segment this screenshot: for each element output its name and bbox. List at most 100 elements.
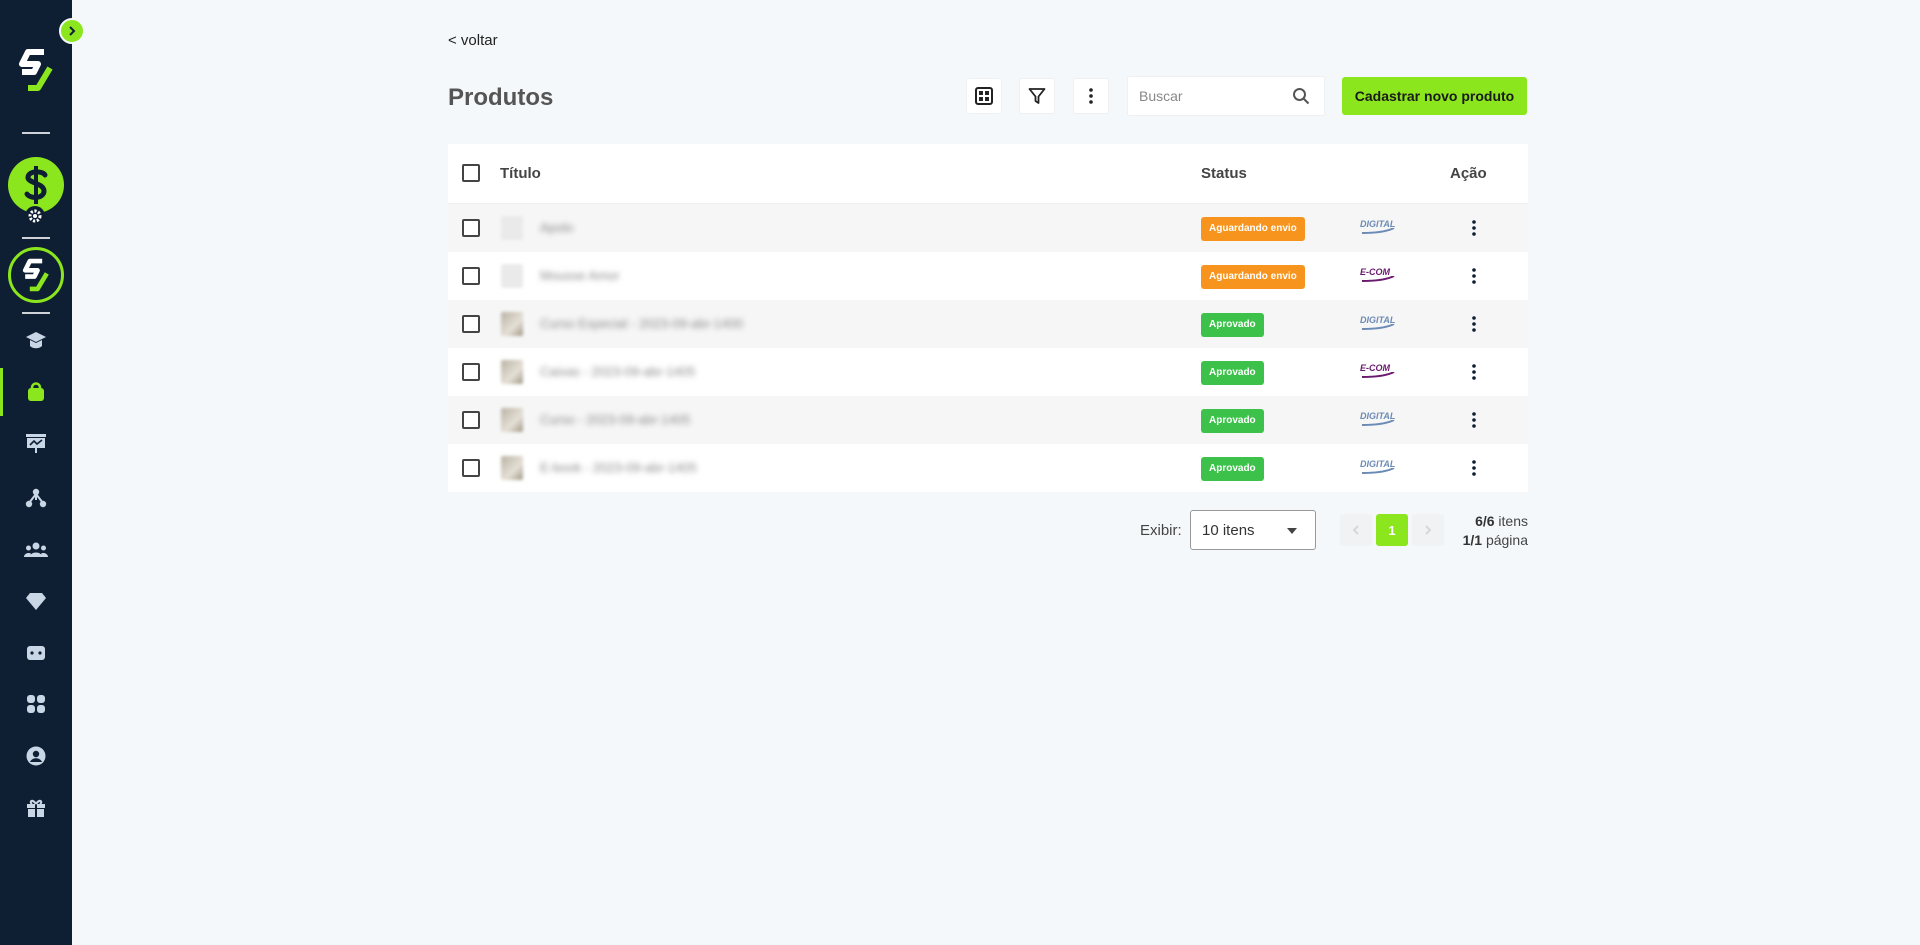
- filter-button[interactable]: [1019, 78, 1055, 114]
- kebab-menu-icon: [1472, 268, 1476, 284]
- prev-page-button[interactable]: [1340, 514, 1372, 546]
- more-options-button[interactable]: [1073, 78, 1109, 114]
- page-size-select[interactable]: 10 itens: [1190, 510, 1316, 550]
- kebab-menu-icon: [1089, 88, 1093, 104]
- product-thumbnail: [501, 360, 523, 384]
- product-type-label: DIGITAL: [1360, 315, 1396, 325]
- back-link[interactable]: < voltar: [448, 32, 498, 49]
- dollar-icon: [24, 166, 48, 204]
- search-input[interactable]: [1128, 77, 1278, 115]
- diamond-icon: [26, 593, 46, 610]
- product-type-logo: E-COM: [1360, 267, 1396, 282]
- product-thumbnail: [501, 408, 523, 432]
- page-button-current[interactable]: 1: [1376, 514, 1408, 546]
- sidebar-item-games[interactable]: [0, 633, 72, 673]
- row-checkbox[interactable]: [462, 267, 480, 285]
- sidebar-item-affiliates[interactable]: [0, 478, 72, 518]
- users-icon: [24, 542, 48, 557]
- page-title: Produtos: [448, 84, 554, 111]
- balance-settings-icon[interactable]: [25, 206, 45, 226]
- row-actions-button[interactable]: [1464, 218, 1484, 238]
- row-checkbox[interactable]: [462, 363, 480, 381]
- chevron-right-icon: [1425, 525, 1432, 535]
- user-circle-icon: [26, 746, 46, 766]
- next-page-button[interactable]: [1412, 514, 1444, 546]
- sidebar-item-products[interactable]: [0, 368, 72, 416]
- gift-icon: [27, 799, 45, 817]
- sidebar-item-club[interactable]: [0, 581, 72, 621]
- brand-logo-icon[interactable]: [18, 48, 54, 92]
- select-all-checkbox[interactable]: [462, 164, 480, 182]
- status-badge: Aprovado: [1201, 361, 1264, 385]
- table-row[interactable]: E-book - 2023-09-abr-1405 Aprovado DIGITAL: [448, 444, 1528, 492]
- pages-label: página: [1482, 532, 1528, 548]
- table-row[interactable]: Curso - 2023-09-abr-1405 Aprovado DIGITAL: [448, 396, 1528, 444]
- sidebar-toggle-button[interactable]: [59, 18, 85, 44]
- row-actions-button[interactable]: [1464, 362, 1484, 382]
- product-thumbnail: [501, 312, 523, 336]
- status-badge: Aprovado: [1201, 313, 1264, 337]
- sidebar-divider: [22, 312, 50, 314]
- row-actions-button[interactable]: [1464, 266, 1484, 286]
- sidebar-item-courses[interactable]: [0, 320, 72, 360]
- sidebar-item-apps[interactable]: [0, 684, 72, 724]
- sidebar-item-account[interactable]: [0, 736, 72, 776]
- profile-progress-logo[interactable]: [8, 247, 64, 303]
- table-header: Título Status Ação: [448, 144, 1528, 204]
- product-type-logo: DIGITAL: [1360, 315, 1396, 330]
- grid-view-button[interactable]: [966, 78, 1002, 114]
- product-title[interactable]: Curso Especial - 2023-09-abr-1400: [540, 316, 743, 331]
- apps-icon: [27, 695, 45, 713]
- product-type-logo: DIGITAL: [1360, 411, 1396, 426]
- product-title[interactable]: Mousse Amor: [540, 268, 619, 283]
- filter-icon: [1028, 88, 1046, 104]
- status-badge: Aprovado: [1201, 409, 1264, 433]
- product-title[interactable]: E-book - 2023-09-abr-1405: [540, 460, 697, 475]
- product-title[interactable]: Caixas - 2023-09-abr-1405: [540, 364, 695, 379]
- brand-mark-icon: [22, 258, 49, 292]
- table-body: Apolo Aguardando envio DIGITAL Mousse Amor A…: [448, 204, 1528, 492]
- pagination-summary: 6/6 itens 1/1 página: [1463, 512, 1528, 550]
- balance-button[interactable]: [8, 157, 64, 213]
- products-table: Título Status Ação Apolo Aguardando envio…: [448, 144, 1528, 492]
- table-row[interactable]: Mousse Amor Aguardando envio E-COM: [448, 252, 1528, 300]
- product-type-label: DIGITAL: [1360, 219, 1396, 229]
- row-actions-button[interactable]: [1464, 410, 1484, 430]
- presentation-chart-icon: [26, 434, 46, 453]
- kebab-menu-icon: [1472, 316, 1476, 332]
- network-icon: [25, 488, 47, 508]
- row-checkbox[interactable]: [462, 411, 480, 429]
- row-actions-button[interactable]: [1464, 458, 1484, 478]
- kebab-menu-icon: [1472, 412, 1476, 428]
- shopping-bag-icon: [28, 382, 44, 401]
- product-title[interactable]: Apolo: [540, 220, 573, 235]
- row-checkbox[interactable]: [462, 315, 480, 333]
- table-row[interactable]: Caixas - 2023-09-abr-1405 Aprovado E-COM: [448, 348, 1528, 396]
- row-actions-button[interactable]: [1464, 314, 1484, 334]
- sidebar: [0, 0, 72, 945]
- product-type-label: DIGITAL: [1360, 411, 1396, 421]
- product-thumbnail: [501, 216, 523, 240]
- page-size-label: Exibir:: [1140, 522, 1182, 539]
- sidebar-item-rewards[interactable]: [0, 788, 72, 828]
- sidebar-divider: [22, 132, 50, 134]
- dice-icon: [27, 646, 45, 660]
- product-title[interactable]: Curso - 2023-09-abr-1405: [540, 412, 690, 427]
- sidebar-item-members[interactable]: [0, 530, 72, 570]
- column-header-title: Título: [500, 165, 541, 182]
- product-type-logo: DIGITAL: [1360, 459, 1396, 474]
- search-icon[interactable]: [1292, 87, 1310, 105]
- items-label: itens: [1494, 513, 1528, 529]
- row-checkbox[interactable]: [462, 219, 480, 237]
- product-thumbnail: [501, 264, 523, 288]
- add-product-button[interactable]: Cadastrar novo produto: [1342, 77, 1527, 115]
- kebab-menu-icon: [1472, 364, 1476, 380]
- sidebar-item-reports[interactable]: [0, 423, 72, 463]
- product-type-label: E-COM: [1360, 267, 1390, 277]
- pages-count: 1/1: [1462, 532, 1483, 548]
- column-header-status: Status: [1201, 165, 1247, 182]
- status-badge: Aguardando envio: [1201, 217, 1305, 241]
- table-row[interactable]: Apolo Aguardando envio DIGITAL: [448, 204, 1528, 252]
- row-checkbox[interactable]: [462, 459, 480, 477]
- table-row[interactable]: Curso Especial - 2023-09-abr-1400 Aprovad…: [448, 300, 1528, 348]
